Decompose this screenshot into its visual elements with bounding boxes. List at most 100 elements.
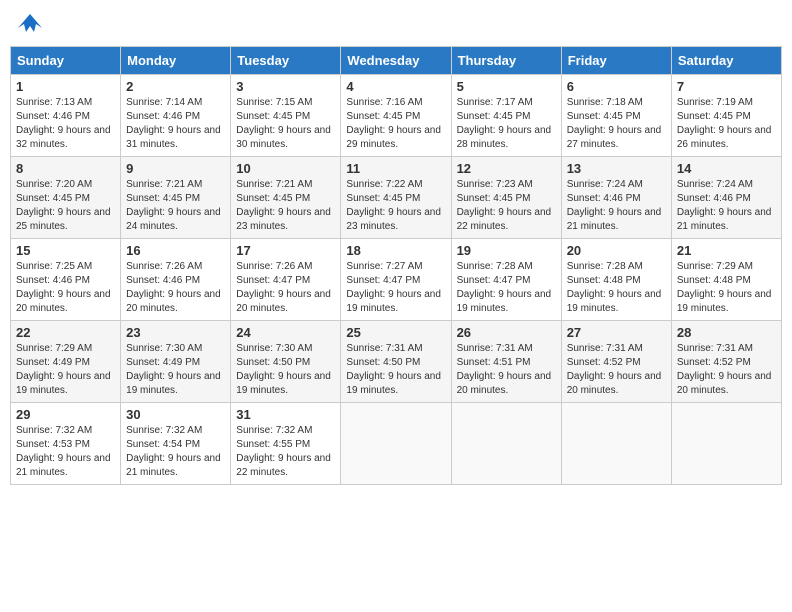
calendar-cell: 19 Sunrise: 7:28 AMSunset: 4:47 PMDayligh…	[451, 239, 561, 321]
day-number: 12	[457, 161, 556, 176]
calendar-cell: 15 Sunrise: 7:25 AMSunset: 4:46 PMDayligh…	[11, 239, 121, 321]
day-number: 28	[677, 325, 776, 340]
day-number: 4	[346, 79, 445, 94]
day-info: Sunrise: 7:28 AMSunset: 4:48 PMDaylight:…	[567, 260, 666, 316]
calendar-cell: 4 Sunrise: 7:16 AMSunset: 4:45 PMDaylight…	[341, 75, 451, 157]
day-info: Sunrise: 7:21 AMSunset: 4:45 PMDaylight:…	[236, 178, 335, 234]
logo	[14, 10, 44, 38]
day-info: Sunrise: 7:31 AMSunset: 4:52 PMDaylight:…	[677, 342, 776, 398]
calendar-cell	[451, 403, 561, 485]
day-info: Sunrise: 7:13 AMSunset: 4:46 PMDaylight:…	[16, 96, 115, 152]
day-info: Sunrise: 7:17 AMSunset: 4:45 PMDaylight:…	[457, 96, 556, 152]
calendar-cell: 1 Sunrise: 7:13 AMSunset: 4:46 PMDaylight…	[11, 75, 121, 157]
day-number: 10	[236, 161, 335, 176]
calendar-cell: 7 Sunrise: 7:19 AMSunset: 4:45 PMDaylight…	[671, 75, 781, 157]
day-info: Sunrise: 7:21 AMSunset: 4:45 PMDaylight:…	[126, 178, 225, 234]
day-info: Sunrise: 7:18 AMSunset: 4:45 PMDaylight:…	[567, 96, 666, 152]
calendar-cell: 23Sunrise: 7:30 AMSunset: 4:49 PMDayligh…	[121, 321, 231, 403]
day-number: 7	[677, 79, 776, 94]
day-number: 20	[567, 243, 666, 258]
day-info: Sunrise: 7:31 AMSunset: 4:50 PMDaylight:…	[346, 342, 445, 398]
calendar-cell	[561, 403, 671, 485]
day-number: 2	[126, 79, 225, 94]
calendar-cell: 3 Sunrise: 7:15 AMSunset: 4:45 PMDaylight…	[231, 75, 341, 157]
day-number: 13	[567, 161, 666, 176]
calendar-cell: 6 Sunrise: 7:18 AMSunset: 4:45 PMDaylight…	[561, 75, 671, 157]
calendar-cell: 25Sunrise: 7:31 AMSunset: 4:50 PMDayligh…	[341, 321, 451, 403]
calendar-cell: 18 Sunrise: 7:27 AMSunset: 4:47 PMDayligh…	[341, 239, 451, 321]
day-info: Sunrise: 7:24 AMSunset: 4:46 PMDaylight:…	[567, 178, 666, 234]
calendar-cell: 24 Sunrise: 7:30 AMSunset: 4:50 PMDayligh…	[231, 321, 341, 403]
col-header-tuesday: Tuesday	[231, 47, 341, 75]
day-info: Sunrise: 7:31 AMSunset: 4:51 PMDaylight:…	[457, 342, 556, 398]
day-info: Sunrise: 7:25 AMSunset: 4:46 PMDaylight:…	[16, 260, 115, 316]
calendar-cell: 20 Sunrise: 7:28 AMSunset: 4:48 PMDayligh…	[561, 239, 671, 321]
calendar-cell: 2 Sunrise: 7:14 AMSunset: 4:46 PMDaylight…	[121, 75, 231, 157]
day-number: 3	[236, 79, 335, 94]
day-info: Sunrise: 7:32 AMSunset: 4:54 PMDaylight:…	[126, 424, 225, 480]
day-info: Sunrise: 7:22 AMSunset: 4:45 PMDaylight:…	[346, 178, 445, 234]
calendar-cell	[671, 403, 781, 485]
day-info: Sunrise: 7:16 AMSunset: 4:45 PMDaylight:…	[346, 96, 445, 152]
day-number: 9	[126, 161, 225, 176]
day-info: Sunrise: 7:30 AMSunset: 4:50 PMDaylight:…	[236, 342, 335, 398]
day-number: 18	[346, 243, 445, 258]
day-number: 27	[567, 325, 666, 340]
day-info: Sunrise: 7:15 AMSunset: 4:45 PMDaylight:…	[236, 96, 335, 152]
calendar-cell: 27 Sunrise: 7:31 AMSunset: 4:52 PMDayligh…	[561, 321, 671, 403]
day-number: 15	[16, 243, 115, 258]
calendar-cell: 30 Sunrise: 7:32 AMSunset: 4:54 PMDayligh…	[121, 403, 231, 485]
day-info: Sunrise: 7:28 AMSunset: 4:47 PMDaylight:…	[457, 260, 556, 316]
calendar-cell: 13 Sunrise: 7:24 AMSunset: 4:46 PMDayligh…	[561, 157, 671, 239]
calendar-cell: 26 Sunrise: 7:31 AMSunset: 4:51 PMDayligh…	[451, 321, 561, 403]
day-number: 11	[346, 161, 445, 176]
calendar-cell: 14 Sunrise: 7:24 AMSunset: 4:46 PMDayligh…	[671, 157, 781, 239]
calendar-cell: 12 Sunrise: 7:23 AMSunset: 4:45 PMDayligh…	[451, 157, 561, 239]
day-info: Sunrise: 7:23 AMSunset: 4:45 PMDaylight:…	[457, 178, 556, 234]
day-number: 26	[457, 325, 556, 340]
day-number: 17	[236, 243, 335, 258]
day-number: 5	[457, 79, 556, 94]
day-number: 1	[16, 79, 115, 94]
day-number: 21	[677, 243, 776, 258]
day-info: Sunrise: 7:29 AMSunset: 4:49 PMDaylight:…	[16, 342, 115, 398]
calendar-cell: 21 Sunrise: 7:29 AMSunset: 4:48 PMDayligh…	[671, 239, 781, 321]
col-header-monday: Monday	[121, 47, 231, 75]
logo-bird-icon	[16, 10, 44, 38]
calendar-cell: 11 Sunrise: 7:22 AMSunset: 4:45 PMDayligh…	[341, 157, 451, 239]
day-number: 6	[567, 79, 666, 94]
calendar-cell: 29Sunrise: 7:32 AMSunset: 4:53 PMDayligh…	[11, 403, 121, 485]
calendar-cell: 22 Sunrise: 7:29 AMSunset: 4:49 PMDayligh…	[11, 321, 121, 403]
col-header-thursday: Thursday	[451, 47, 561, 75]
calendar-cell: 5 Sunrise: 7:17 AMSunset: 4:45 PMDaylight…	[451, 75, 561, 157]
day-info: Sunrise: 7:29 AMSunset: 4:48 PMDaylight:…	[677, 260, 776, 316]
calendar-cell: 10 Sunrise: 7:21 AMSunset: 4:45 PMDayligh…	[231, 157, 341, 239]
day-info: Sunrise: 7:31 AMSunset: 4:52 PMDaylight:…	[567, 342, 666, 398]
day-info: Sunrise: 7:26 AMSunset: 4:47 PMDaylight:…	[236, 260, 335, 316]
day-info: Sunrise: 7:20 AMSunset: 4:45 PMDaylight:…	[16, 178, 115, 234]
day-number: 24	[236, 325, 335, 340]
day-number: 23	[126, 325, 225, 340]
calendar-cell: 31Sunrise: 7:32 AMSunset: 4:55 PMDayligh…	[231, 403, 341, 485]
day-number: 30	[126, 407, 225, 422]
page-header	[10, 10, 782, 38]
day-number: 19	[457, 243, 556, 258]
col-header-wednesday: Wednesday	[341, 47, 451, 75]
day-number: 16	[126, 243, 225, 258]
calendar-cell: 9 Sunrise: 7:21 AMSunset: 4:45 PMDaylight…	[121, 157, 231, 239]
day-info: Sunrise: 7:14 AMSunset: 4:46 PMDaylight:…	[126, 96, 225, 152]
col-header-saturday: Saturday	[671, 47, 781, 75]
day-info: Sunrise: 7:32 AMSunset: 4:53 PMDaylight:…	[16, 424, 115, 480]
calendar-cell	[341, 403, 451, 485]
day-info: Sunrise: 7:26 AMSunset: 4:46 PMDaylight:…	[126, 260, 225, 316]
day-info: Sunrise: 7:19 AMSunset: 4:45 PMDaylight:…	[677, 96, 776, 152]
day-info: Sunrise: 7:32 AMSunset: 4:55 PMDaylight:…	[236, 424, 335, 480]
day-number: 22	[16, 325, 115, 340]
day-info: Sunrise: 7:24 AMSunset: 4:46 PMDaylight:…	[677, 178, 776, 234]
calendar-cell: 8 Sunrise: 7:20 AMSunset: 4:45 PMDaylight…	[11, 157, 121, 239]
day-number: 14	[677, 161, 776, 176]
day-number: 8	[16, 161, 115, 176]
col-header-friday: Friday	[561, 47, 671, 75]
day-info: Sunrise: 7:27 AMSunset: 4:47 PMDaylight:…	[346, 260, 445, 316]
calendar-cell: 17 Sunrise: 7:26 AMSunset: 4:47 PMDayligh…	[231, 239, 341, 321]
